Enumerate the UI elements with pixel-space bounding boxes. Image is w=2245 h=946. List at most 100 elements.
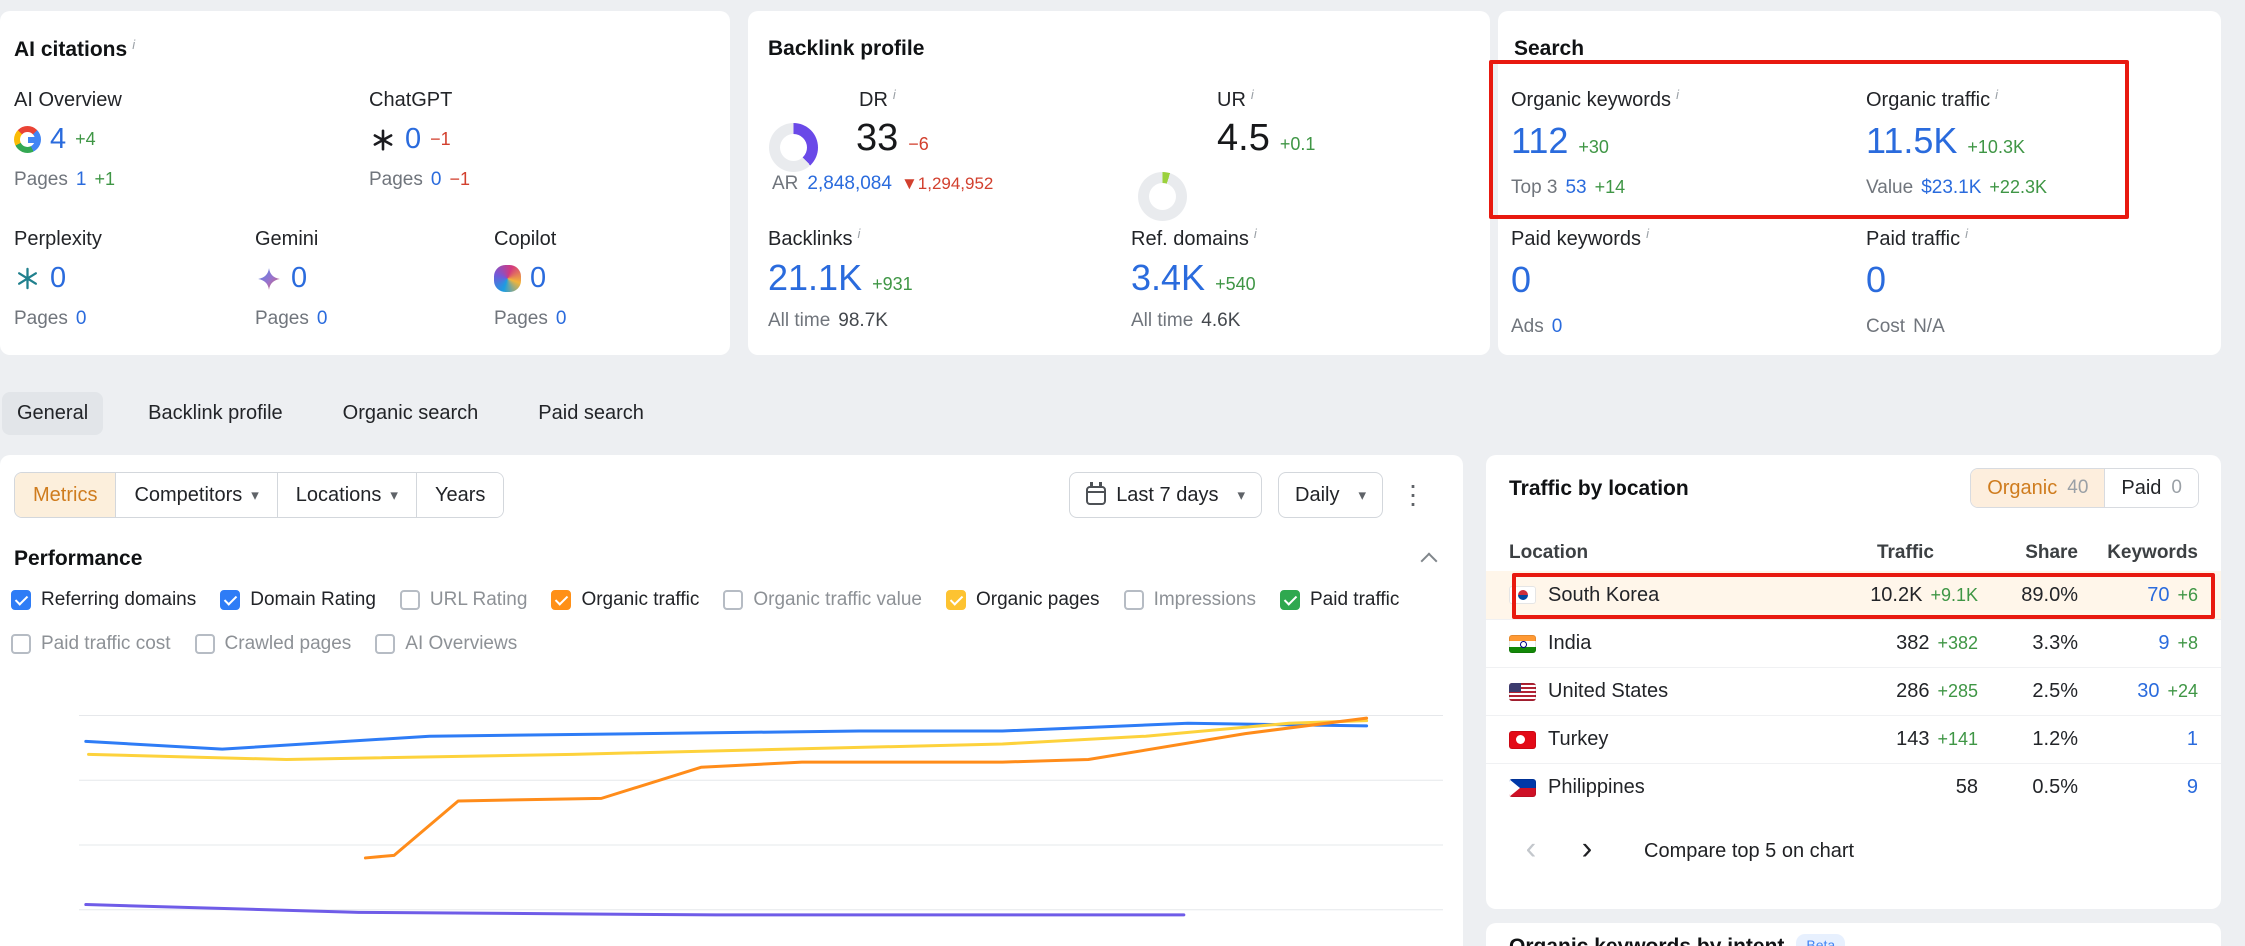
top3-value[interactable]: 53 (1565, 177, 1586, 199)
pages-value[interactable]: 0 (317, 308, 328, 330)
pages-value[interactable]: 0 (431, 169, 442, 191)
location-row-south-korea[interactable]: South Korea 10.2K+9.1K 89.0% 70+6 (1486, 571, 2221, 619)
metric-checkbox-referring-domains[interactable]: Referring domains (11, 589, 196, 611)
location-table-body: South Korea 10.2K+9.1K 89.0% 70+6 India … (1486, 571, 2221, 811)
tab-paid-search[interactable]: Paid search (523, 392, 659, 435)
backlinks-value[interactable]: 21.1K (768, 257, 862, 299)
dr-value: 33 (856, 117, 898, 160)
ai-source-label: Perplexity (14, 228, 249, 251)
metrics-button[interactable]: Metrics (15, 473, 115, 517)
ref-domains-label: Ref. domains (1131, 226, 1257, 251)
traffic-type-toggle: Organic40 Paid0 (1970, 468, 2199, 508)
metric-checkbox-organic-traffic[interactable]: Organic traffic (551, 589, 699, 611)
flag-icon-south-korea (1509, 586, 1536, 604)
location-name[interactable]: South Korea (1548, 584, 1659, 607)
checkbox-label: URL Rating (430, 589, 528, 611)
calendar-icon (1086, 486, 1106, 505)
organic-traffic-value[interactable]: 11.5K (1866, 120, 1957, 162)
organic-traffic-change: +10.3K (1967, 137, 2025, 158)
pages-label: Pages (14, 308, 68, 330)
metric-checkbox-ai-overviews[interactable]: AI Overviews (375, 633, 517, 655)
ai-source-label: Copilot (494, 228, 729, 251)
ref-domains-value[interactable]: 3.4K (1131, 257, 1205, 299)
pages-value[interactable]: 0 (76, 308, 87, 330)
traffic-value-change: +22.3K (1989, 177, 2047, 198)
next-page-icon[interactable] (1572, 835, 1602, 867)
years-button[interactable]: Years (416, 473, 503, 517)
locations-dropdown[interactable]: Locations (277, 473, 416, 517)
tab-organic-search[interactable]: Organic search (328, 392, 494, 435)
metric-checkbox-row-2: Paid traffic cost Crawled pages AI Overv… (11, 633, 517, 655)
pages-label: Pages (14, 169, 68, 191)
checkbox-icon (195, 634, 215, 654)
pages-line: Pages 0 −1 (369, 169, 604, 191)
ai-citations-value[interactable]: 0 (530, 262, 546, 295)
location-row-india[interactable]: India 382+382 3.3% 9+8 (1486, 619, 2221, 667)
paid-keywords-value[interactable]: 0 (1511, 259, 1531, 301)
tab-backlink-profile[interactable]: Backlink profile (133, 392, 298, 435)
metric-checkbox-organic-pages[interactable]: Organic pages (946, 589, 1100, 611)
competitors-dropdown[interactable]: Competitors (115, 473, 276, 517)
info-icon (1965, 226, 1968, 241)
metric-checkbox-impressions[interactable]: Impressions (1124, 589, 1256, 611)
ur-value: 4.5 (1217, 117, 1270, 160)
paid-traffic-block: Paid traffic 0 Cost N/A (1866, 226, 2206, 338)
metric-checkbox-crawled-pages[interactable]: Crawled pages (195, 633, 352, 655)
ads-value[interactable]: 0 (1552, 316, 1563, 338)
paid-toggle[interactable]: Paid0 (2104, 469, 2198, 507)
organic-traffic-label: Organic traffic (1866, 87, 2206, 112)
info-icon (857, 226, 860, 241)
ref-domains-change: +540 (1215, 274, 1256, 295)
backlinks-change: +931 (872, 274, 913, 295)
ai-citations-value[interactable]: 0 (405, 123, 421, 156)
location-name[interactable]: United States (1548, 680, 1668, 703)
traffic-by-location-title: Traffic by location (1509, 477, 1689, 501)
date-range-button[interactable]: Last 7 days (1069, 472, 1262, 518)
traffic-change: +9.1K (1930, 585, 1978, 606)
paid-traffic-label: Paid traffic (1866, 226, 2206, 251)
backlink-profile-title-text: Backlink profile (768, 37, 924, 60)
metric-checkbox-domain-rating[interactable]: Domain Rating (220, 589, 376, 611)
ai-citations-value[interactable]: 4 (50, 123, 66, 156)
metric-checkbox-paid-traffic[interactable]: Paid traffic (1280, 589, 1399, 611)
keywords-value[interactable]: 9 (2158, 632, 2169, 655)
checkbox-icon (946, 590, 966, 610)
ai-citations-value[interactable]: 0 (291, 262, 307, 295)
prev-page-icon[interactable] (1516, 835, 1546, 867)
location-name[interactable]: India (1548, 632, 1591, 655)
performance-chart[interactable] (79, 687, 1443, 946)
compare-top5-link[interactable]: Compare top 5 on chart (1644, 840, 1854, 863)
backlinks-alltime: All time 98.7K (768, 310, 888, 332)
location-row-turkey[interactable]: Turkey 143+141 1.2% 1 (1486, 715, 2221, 763)
granularity-dropdown[interactable]: Daily (1278, 472, 1383, 518)
pages-value[interactable]: 1 (76, 169, 87, 191)
location-name[interactable]: Philippines (1548, 776, 1645, 799)
organic-toggle[interactable]: Organic40 (1971, 469, 2104, 507)
checkbox-icon (1124, 590, 1144, 610)
search-title-text: Search (1514, 37, 1584, 60)
organic-keywords-value[interactable]: 112 (1511, 120, 1568, 162)
ai-citations-value[interactable]: 0 (50, 262, 66, 295)
metric-checkbox-organic-traffic-value[interactable]: Organic traffic value (723, 589, 922, 611)
pages-value[interactable]: 0 (556, 308, 567, 330)
tab-general[interactable]: General (2, 392, 103, 435)
keywords-change: +6 (2177, 585, 2198, 606)
top3-line: Top 3 53 +14 (1511, 177, 1851, 199)
keywords-value[interactable]: 1 (2187, 728, 2198, 751)
collapse-section-button[interactable] (1423, 555, 1435, 567)
paid-traffic-value[interactable]: 0 (1866, 259, 1886, 301)
pages-change: +1 (94, 169, 115, 190)
metric-checkbox-paid-traffic-cost[interactable]: Paid traffic cost (11, 633, 171, 655)
keywords-value[interactable]: 70 (2147, 584, 2169, 607)
location-row-united-states[interactable]: United States 286+285 2.5% 30+24 (1486, 667, 2221, 715)
kebab-menu-icon[interactable] (1399, 475, 1427, 515)
keywords-value[interactable]: 9 (2187, 776, 2198, 799)
share-value: 89.0% (1978, 584, 2078, 607)
ar-value[interactable]: 2,848,084 (807, 173, 892, 195)
checkbox-icon (375, 634, 395, 654)
traffic-value-amount[interactable]: $23.1K (1921, 177, 1981, 199)
metric-checkbox-url-rating[interactable]: URL Rating (400, 589, 528, 611)
location-row-philippines[interactable]: Philippines 58 0.5% 9 (1486, 763, 2221, 811)
keywords-value[interactable]: 30 (2137, 680, 2159, 703)
location-name[interactable]: Turkey (1548, 728, 1608, 751)
